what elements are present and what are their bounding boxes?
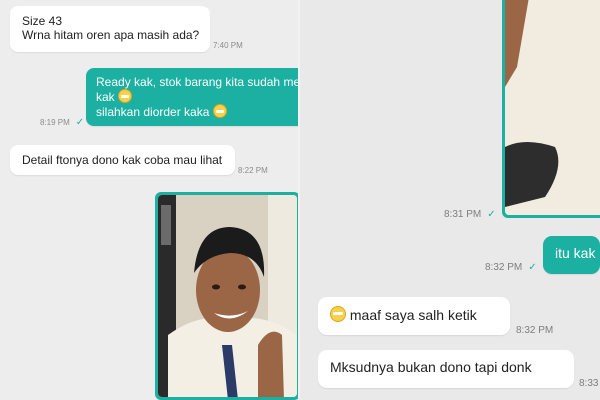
- photo-attachment[interactable]: [155, 192, 300, 400]
- message-bubble-incoming[interactable]: Mksudnya bukan dono tapi donk: [318, 350, 574, 388]
- grinning-emoji-icon: [330, 306, 346, 322]
- message-line: Detail ftonya dono kak coba mau lihat: [22, 153, 223, 167]
- chat-screenshot-collage: Size 43 Wrna hitam oren apa masih ada? 7…: [0, 0, 600, 400]
- message-timestamp: 8:31 PM ✓: [444, 209, 496, 220]
- left-chat-panel: Size 43 Wrna hitam oren apa masih ada? 7…: [0, 0, 300, 400]
- grinning-emoji-icon: [118, 89, 133, 103]
- check-icon: ✓: [487, 209, 496, 220]
- check-icon: ✓: [528, 262, 537, 273]
- photo-image: [158, 195, 297, 397]
- message-line: kak: [96, 89, 290, 104]
- message-timestamp: 8:22 PM: [238, 166, 268, 175]
- message-line: silahkan diorder kaka: [96, 104, 290, 119]
- message-timestamp: 8:33: [579, 378, 599, 389]
- message-line: maaf saya salh ketik: [330, 306, 498, 323]
- message-bubble-incoming[interactable]: maaf saya salh ketik: [318, 297, 510, 335]
- photo-attachment[interactable]: [502, 0, 600, 218]
- right-chat-panel: 8:31 PM ✓ itu kak 8:32 PM ✓ maaf saya salh…: [300, 0, 600, 400]
- check-icon: ✓: [75, 117, 85, 128]
- message-timestamp: 8:32 PM ✓: [485, 262, 537, 273]
- message-bubble-incoming[interactable]: Size 43 Wrna hitam oren apa masih ada?: [10, 6, 210, 52]
- message-line: Size 43: [22, 14, 63, 28]
- message-line: Ready kak, stok barang kita sudah mer: [96, 75, 300, 89]
- message-bubble-outgoing[interactable]: itu kak: [543, 236, 600, 274]
- message-line: itu kak: [555, 245, 596, 261]
- message-timestamp: 8:19 PM ✓: [40, 117, 85, 128]
- message-line: Mksudnya bukan dono tapi donk: [330, 359, 532, 375]
- message-bubble-outgoing[interactable]: Ready kak, stok barang kita sudah mer ka…: [86, 68, 300, 126]
- message-bubble-incoming[interactable]: Detail ftonya dono kak coba mau lihat: [10, 145, 235, 175]
- photo-image: [505, 0, 600, 215]
- portrait-photo-icon: [505, 0, 600, 215]
- message-timestamp: 7:40 PM: [213, 41, 243, 50]
- portrait-photo-icon: [158, 195, 297, 397]
- grinning-emoji-icon: [212, 104, 227, 118]
- message-timestamp: 8:32 PM: [516, 325, 554, 336]
- message-line: Wrna hitam oren apa masih ada?: [22, 28, 200, 42]
